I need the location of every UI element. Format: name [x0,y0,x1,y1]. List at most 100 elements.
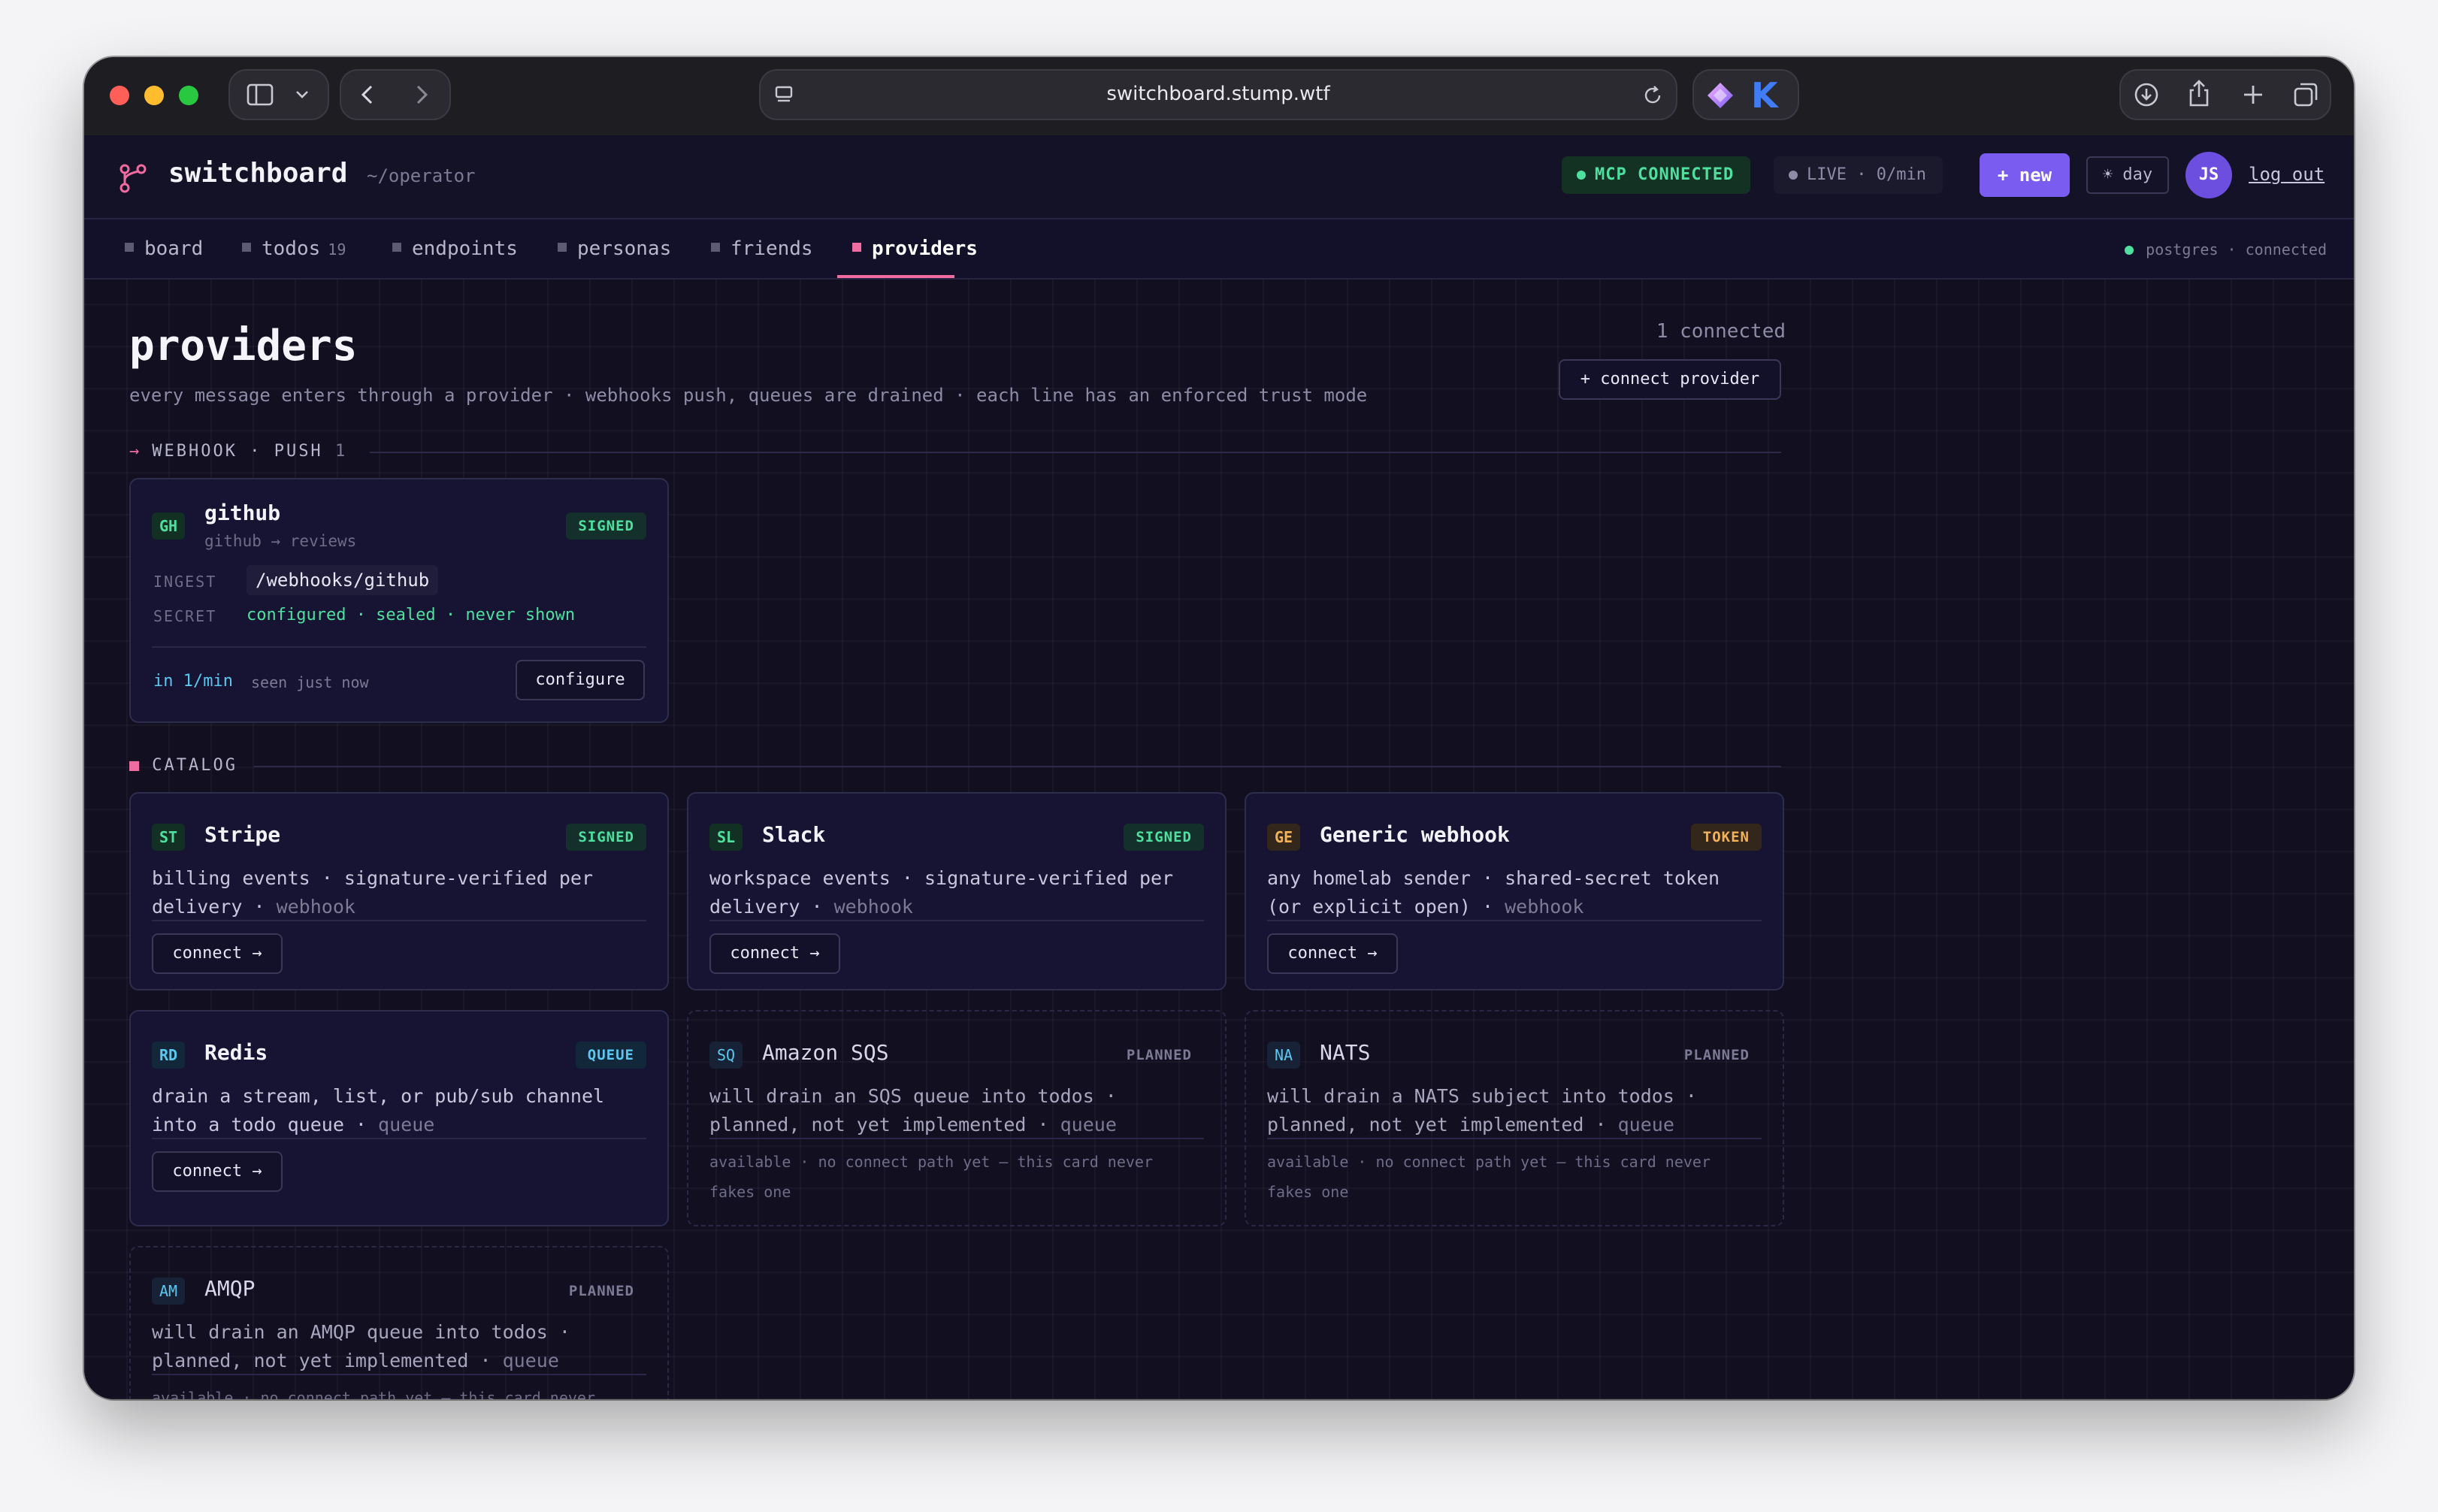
catalog-section-heading: ■ CATALOG [129,756,237,775]
secret-label: SECRET [153,607,217,625]
chevron-down-icon[interactable] [292,84,313,108]
provider-description: will drain an AMQP queue into todos · pl… [152,1318,646,1375]
tab-marker-icon [242,242,251,252]
card-divider [152,920,646,921]
new-tab-icon[interactable] [2238,80,2268,113]
ingest-path[interactable]: /webhooks/github [247,565,439,595]
connect-provider-button[interactable]: + connect provider [1559,359,1781,400]
provider-abbr: ST [152,824,186,851]
tab-providers[interactable]: providers [852,237,978,260]
section-label: CATALOG [152,756,237,775]
provider-abbr: RD [152,1042,186,1069]
amazon-sqs-provider-card: SQ Amazon SQS PLANNED will drain an SQS … [687,1010,1227,1226]
provider-name: Slack [762,822,826,847]
status-badge: SIGNED [1124,824,1204,851]
tab-endpoints[interactable]: endpoints [392,237,518,260]
card-divider [709,920,1204,921]
tab-personas[interactable]: personas [558,237,671,260]
status-badge: QUEUE [575,1042,646,1069]
generic-webhook-provider-card: GE Generic webhook TOKEN any homelab sen… [1245,792,1784,990]
page: switchboard ~/operator MCP CONNECTED LIV… [84,135,2354,1399]
zoom-window-button[interactable] [179,86,198,105]
provider-description: workspace events · signature-verified pe… [709,864,1204,921]
status-badge: PLANNED [1126,1047,1192,1063]
provider-description: will drain a NATS subject into todos · p… [1267,1082,1762,1139]
provider-description: billing events · signature-verified per … [152,864,646,921]
provider-name: github [204,500,281,525]
address-bar[interactable]: switchboard.stump.wtf [759,69,1677,120]
download-icon[interactable] [2131,80,2161,113]
tab-label: todos [262,237,321,260]
provider-name: Amazon SQS [762,1040,889,1065]
browser-window: switchboard.stump.wtf K switchboard ~/op… [84,57,2354,1399]
db-status: postgres · connected [2125,240,2327,259]
connect-button[interactable]: connect → [152,933,283,974]
connect-button[interactable]: connect → [152,1151,283,1192]
tab-friends[interactable]: friends [711,237,813,260]
tab-board[interactable]: board [125,237,203,260]
provider-abbr: NA [1267,1042,1301,1069]
app-name[interactable]: switchboard [168,158,347,189]
connect-button[interactable]: connect → [1267,933,1398,974]
sidebar-icon[interactable] [245,80,275,113]
back-icon[interactable] [355,81,382,111]
connect-button[interactable]: connect → [709,933,840,974]
card-divider [152,1374,646,1375]
mcp-status-badge: MCP CONNECTED [1562,156,1751,194]
workspace-path: ~/operator [367,165,476,186]
minimize-window-button[interactable] [144,86,164,105]
browser-actions-group [2119,69,2331,120]
provider-abbr: GH [152,513,186,540]
provider-kind: queue [1617,1114,1674,1136]
provider-abbr: GE [1267,824,1301,851]
tab-label: personas [577,237,672,260]
provider-description: drain a stream, list, or pub/sub channel… [152,1082,646,1139]
secret-status: configured · sealed · never shown [247,606,576,624]
todos-count: 19 [328,240,346,259]
theme-toggle-button[interactable]: ☀ day [2086,156,2169,194]
k-extension-icon[interactable]: K [1751,75,1778,116]
provider-description: any homelab sender · shared-secret token… [1267,864,1762,921]
section-divider [254,766,1781,767]
status-badge: SIGNED [566,513,646,540]
switchboard-logo-icon[interactable] [116,161,150,198]
close-window-button[interactable] [110,86,129,105]
share-icon[interactable] [2184,78,2214,113]
tab-label: friends [730,237,813,260]
active-tab-indicator [837,275,954,278]
new-button[interactable]: + new [1980,153,2070,197]
tab-marker-icon [392,242,401,252]
db-status-text: postgres · connected [2146,240,2327,259]
stripe-provider-card: ST Stripe SIGNED billing events · signat… [129,792,669,990]
sidebar-toggle-group [228,69,329,120]
status-badge: PLANNED [1683,1047,1750,1063]
logout-link[interactable]: log out [2249,164,2325,185]
provider-kind: webhook [276,896,355,918]
page-title: providers [129,322,358,370]
extensions-group: K [1692,69,1799,120]
provider-abbr: SL [709,824,743,851]
url-text: switchboard.stump.wtf [1106,83,1330,105]
tab-label: providers [872,237,978,260]
last-seen: seen just now [251,673,369,691]
webhook-section-heading: → WEBHOOK · PUSH 1 [129,442,347,461]
reload-icon[interactable] [1640,83,1665,111]
tab-overview-icon[interactable] [2291,80,2321,113]
provider-name: Redis [204,1040,268,1065]
avatar[interactable]: JS [2185,152,2232,198]
diamond-extension-icon[interactable] [1703,78,1738,116]
tab-marker-icon [711,242,720,252]
provider-kind: queue [1060,1114,1117,1136]
forward-icon[interactable] [407,81,434,111]
configure-button[interactable]: configure [516,660,645,700]
ingest-label: INGEST [153,573,217,591]
ingest-rate: in 1/min [153,672,233,691]
provider-route: github → reviews [204,532,357,550]
description-text: any homelab sender · shared-secret token… [1267,867,1720,918]
status-badge: PLANNED [568,1283,634,1299]
tab-todos[interactable]: todos 19 [242,237,346,260]
provider-name: AMQP [204,1276,256,1301]
section-count: 1 [334,442,348,461]
tab-label: board [144,237,204,260]
provider-kind: webhook [833,896,913,918]
